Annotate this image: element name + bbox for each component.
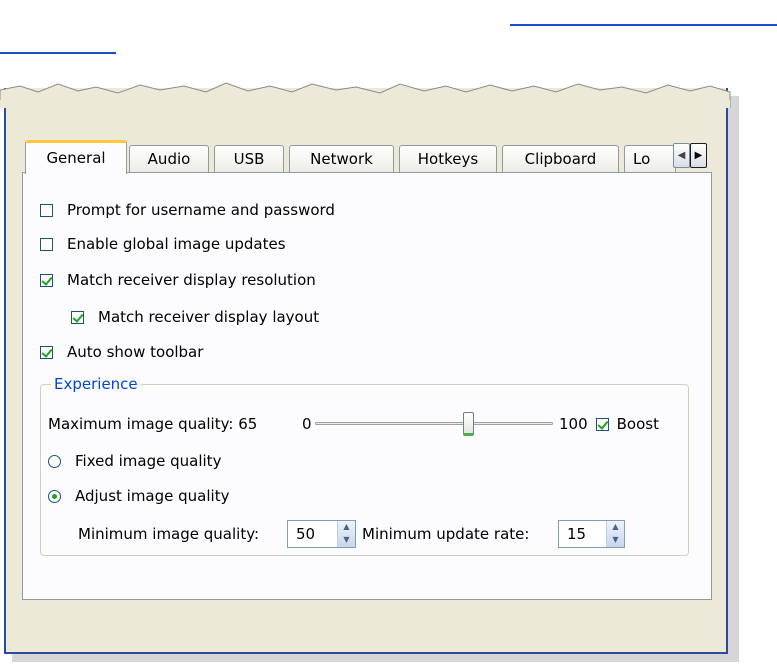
min-rate-row: Minimum update rate: [362,522,529,546]
global-image-updates-checkbox[interactable] [40,237,53,251]
tab-clipboard[interactable]: Clipboard [502,145,619,173]
min-rate-label: Minimum update rate: [362,525,530,543]
fixed-quality-label: Fixed image quality [75,452,222,470]
fixed-quality-radio[interactable] [48,454,61,468]
match-layout-option[interactable]: Match receiver display layout [71,305,319,329]
adjust-quality-radio[interactable] [48,489,61,503]
tab-scroll-right-button[interactable]: ▶ [690,143,707,168]
min-rate-stepper[interactable]: ▲ ▼ [606,521,624,547]
adjust-quality-label: Adjust image quality [75,487,230,505]
match-resolution-option[interactable]: Match receiver display resolution [40,268,316,292]
torn-edge [0,82,731,108]
tab-general[interactable]: General [25,140,127,174]
min-quality-value[interactable]: 50 [288,521,337,547]
chevron-down-icon[interactable]: ▼ [338,534,355,547]
prompt-credentials-label: Prompt for username and password [67,201,335,219]
match-layout-label: Match receiver display layout [98,308,320,326]
match-resolution-checkbox[interactable] [40,273,53,287]
experience-group-title: Experience [51,374,141,394]
tab-logging[interactable]: Lo [624,145,676,173]
slider-max-label: 100 [559,415,588,433]
prompt-credentials-checkbox[interactable] [40,203,53,217]
chevron-right-icon: ▶ [694,150,703,161]
tab-hotkeys[interactable]: Hotkeys [399,145,497,173]
adjust-quality-option[interactable]: Adjust image quality [48,484,229,508]
min-rate-value[interactable]: 15 [559,521,606,547]
boost-option: 100 Boost [559,412,659,436]
max-quality-label: Maximum image quality: 65 [48,415,258,433]
link-underline [0,52,116,54]
tab-audio[interactable]: Audio [129,145,209,173]
link-underline [510,24,777,26]
slider-thumb[interactable] [463,412,474,436]
min-quality-spinbox[interactable]: 50 ▲ ▼ [287,520,356,548]
chevron-left-icon: ◀ [677,150,686,161]
min-quality-stepper[interactable]: ▲ ▼ [337,521,355,547]
auto-show-toolbar-checkbox[interactable] [40,345,53,359]
tab-network[interactable]: Network [289,145,394,173]
auto-show-toolbar-option[interactable]: Auto show toolbar [40,340,203,364]
chevron-down-icon[interactable]: ▼ [607,534,624,547]
boost-label: Boost [616,415,659,433]
boost-checkbox[interactable] [595,417,609,431]
max-quality-slider[interactable] [315,412,553,438]
min-rate-spinbox[interactable]: 15 ▲ ▼ [558,520,625,548]
global-image-updates-option[interactable]: Enable global image updates [40,232,286,256]
min-quality-row: Minimum image quality: [78,522,259,546]
prompt-credentials-option[interactable]: Prompt for username and password [40,198,335,222]
chevron-up-icon[interactable]: ▲ [338,521,355,534]
global-image-updates-label: Enable global image updates [67,235,286,253]
match-layout-checkbox[interactable] [71,310,84,324]
tab-usb[interactable]: USB [214,145,284,173]
slider-min-row: 0 [302,412,312,436]
tab-scroll-left-button[interactable]: ◀ [673,143,690,168]
min-quality-label: Minimum image quality: [78,525,260,543]
slider-min-label: 0 [302,415,312,433]
chevron-up-icon[interactable]: ▲ [607,521,624,534]
max-quality-row: Maximum image quality: 65 [48,412,257,436]
fixed-quality-option[interactable]: Fixed image quality [48,449,221,473]
match-resolution-label: Match receiver display resolution [67,271,316,289]
slider-track[interactable] [315,422,553,425]
auto-show-toolbar-label: Auto show toolbar [67,343,204,361]
